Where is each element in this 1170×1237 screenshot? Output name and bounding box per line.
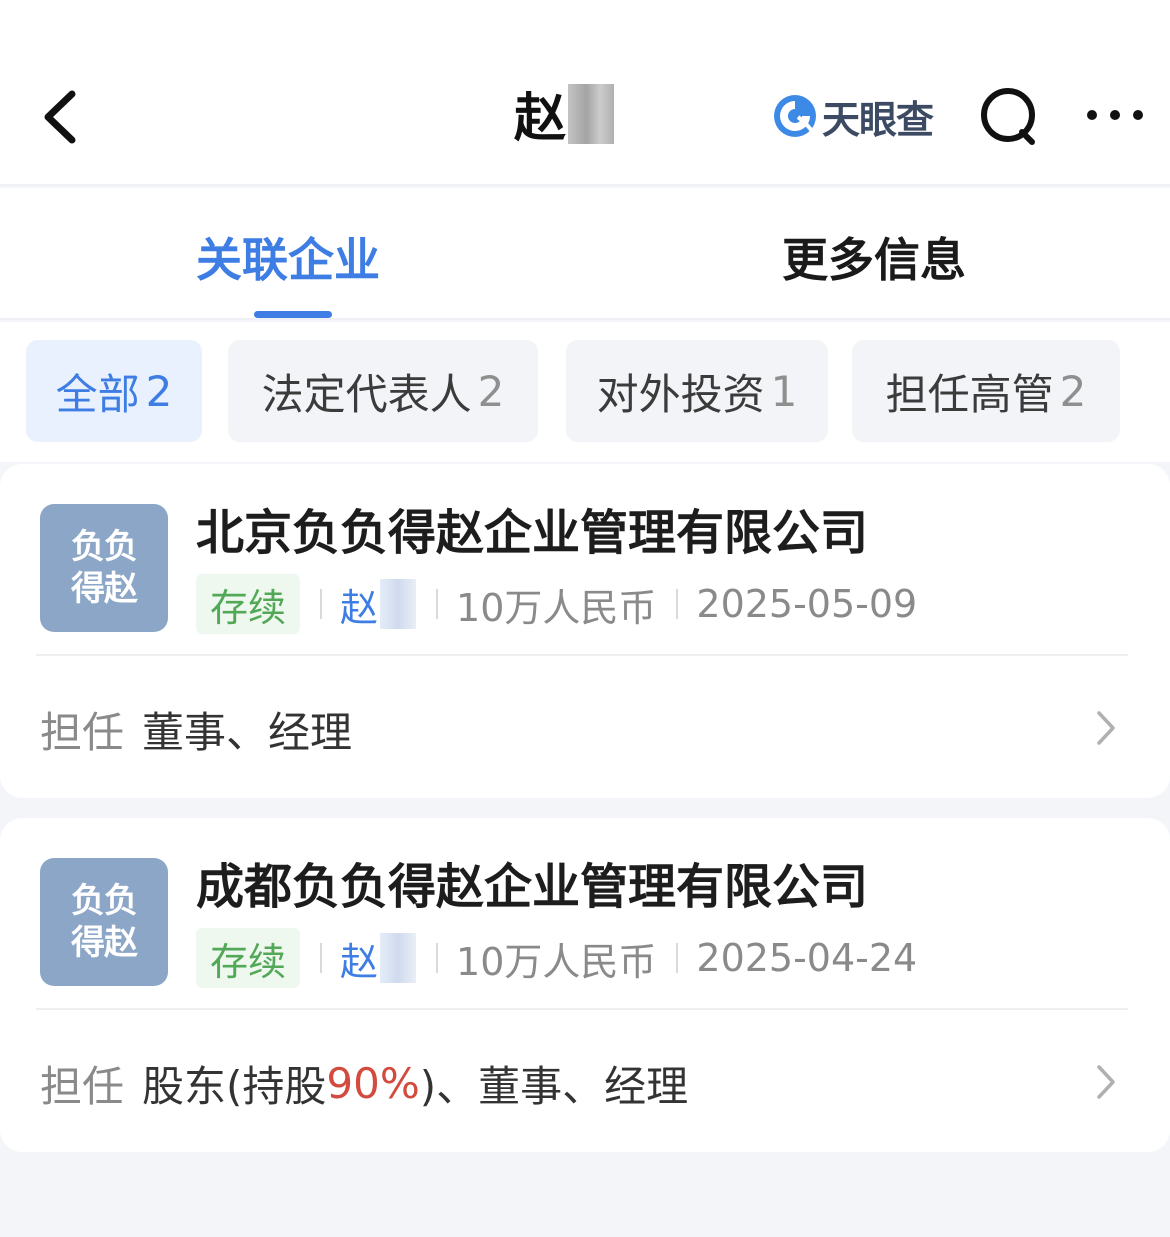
filter-chip-count: 2 — [1059, 366, 1087, 416]
search-button[interactable] — [978, 85, 1042, 149]
company-name[interactable]: 北京负负得赵企业管理有限公司 — [196, 504, 868, 562]
filter-chip-all[interactable]: 全部 2 — [26, 340, 202, 442]
filter-chip-count: 2 — [145, 366, 173, 416]
name-redaction-mask — [380, 579, 417, 629]
meta-divider — [320, 589, 323, 619]
company-meta-row: 存续 赵 10万人民币 2025-04-24 — [196, 928, 917, 988]
registered-capital: 10万人民币 — [456, 939, 657, 984]
filter-chip-label: 担任高管 — [885, 369, 1054, 419]
meta-divider — [436, 943, 439, 973]
legal-representative-name: 赵 — [340, 939, 379, 984]
primary-tabs: 关联企业 更多信息 — [0, 188, 1170, 320]
more-dots-icon — [1087, 110, 1143, 120]
tab-more-info[interactable]: 更多信息 — [782, 232, 966, 288]
company-card[interactable]: 负负得赵 北京负负得赵企业管理有限公司 存续 赵 10万人民币 2025-05-… — [0, 464, 1170, 798]
name-redaction-mask — [568, 84, 615, 144]
chevron-left-icon — [44, 90, 76, 144]
meta-divider — [676, 943, 679, 973]
company-card[interactable]: 负负得赵 成都负负得赵企业管理有限公司 存续 赵 10万人民币 2025-04-… — [0, 818, 1170, 1152]
status-badge: 存续 — [196, 928, 301, 988]
role-prefix: 担任 — [40, 707, 125, 757]
brand-name: 天眼查 — [822, 97, 934, 142]
filter-chip-label: 全部 — [55, 369, 140, 419]
company-meta-row: 存续 赵 10万人民币 2025-05-09 — [196, 574, 917, 634]
legal-representative-link[interactable]: 赵 — [340, 577, 417, 632]
company-avatar-text: 负负得赵 — [71, 881, 138, 963]
more-options-button[interactable] — [1084, 100, 1146, 130]
established-date: 2025-04-24 — [696, 936, 918, 980]
role-row[interactable]: 担任 董事、经理 — [40, 694, 352, 764]
shareholding-percent: 90% — [326, 1058, 420, 1108]
chevron-right-icon[interactable] — [1094, 708, 1118, 748]
established-date: 2025-05-09 — [696, 582, 918, 626]
filter-chips: 全部 2 法定代表人 2 对外投资 1 担任高管 2 — [0, 322, 1170, 462]
name-redaction-mask — [380, 933, 417, 983]
brand-logo: 天眼查 — [772, 92, 934, 142]
person-name: 赵 — [514, 89, 567, 149]
card-divider — [36, 1008, 1128, 1010]
chevron-right-icon[interactable] — [1094, 1062, 1118, 1102]
page-title: 赵 — [514, 84, 615, 150]
filter-chip-count: 1 — [770, 366, 798, 416]
search-icon — [981, 88, 1035, 145]
legal-representative-link[interactable]: 赵 — [340, 931, 417, 986]
filter-chip-investment[interactable]: 对外投资 1 — [566, 340, 828, 442]
filter-chip-legal-rep[interactable]: 法定代表人 2 — [228, 340, 538, 442]
top-nav-bar: 赵 天眼查 — [0, 0, 1170, 186]
tab-related-companies[interactable]: 关联企业 — [196, 232, 380, 288]
role-row[interactable]: 担任 股东(持股 90%)、董事、经理 — [40, 1048, 688, 1118]
back-button[interactable] — [34, 82, 94, 152]
tianyancha-logo-icon — [774, 95, 816, 137]
company-avatar: 负负得赵 — [40, 858, 168, 986]
role-text: 董事、经理 — [142, 707, 353, 757]
company-avatar: 负负得赵 — [40, 504, 168, 632]
filter-chip-executive[interactable]: 担任高管 2 — [852, 340, 1120, 442]
status-badge: 存续 — [196, 574, 301, 634]
company-avatar-text: 负负得赵 — [71, 527, 138, 609]
role-text: 股东(持股 — [142, 1061, 327, 1111]
legal-representative-name: 赵 — [340, 585, 379, 630]
filter-chip-count: 2 — [477, 366, 505, 416]
role-text-suffix: )、董事、经理 — [419, 1061, 689, 1111]
meta-divider — [676, 589, 679, 619]
meta-divider — [320, 943, 323, 973]
role-prefix: 担任 — [40, 1061, 125, 1111]
meta-divider — [436, 589, 439, 619]
active-tab-indicator — [254, 311, 332, 318]
company-name[interactable]: 成都负负得赵企业管理有限公司 — [196, 858, 868, 916]
filter-chip-label: 对外投资 — [596, 369, 765, 419]
filter-chip-label: 法定代表人 — [261, 369, 472, 419]
registered-capital: 10万人民币 — [456, 585, 657, 630]
card-divider — [36, 654, 1128, 656]
